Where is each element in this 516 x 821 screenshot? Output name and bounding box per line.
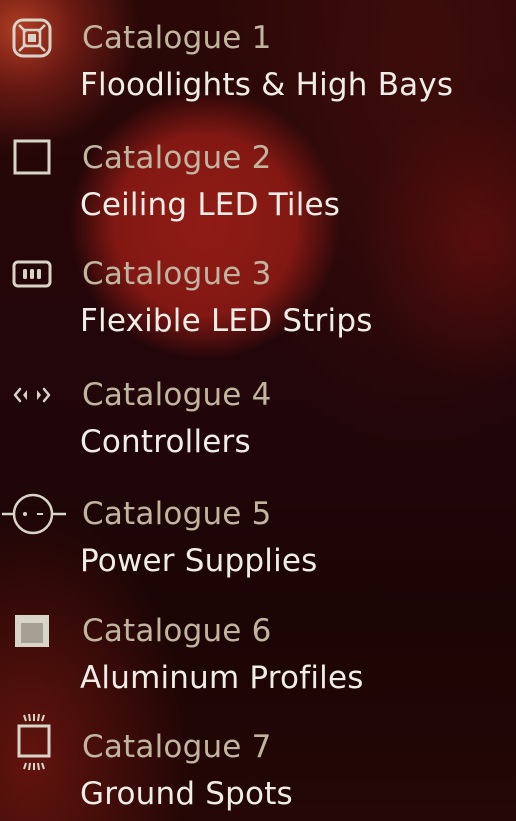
led-strip-icon [10,252,54,296]
catalogue-number: Catalogue 6 [82,613,272,649]
catalogue-number: Catalogue 5 [82,496,272,532]
catalogue-item-7[interactable]: Catalogue 7 Ground Spots [0,709,516,821]
catalogue-item-1[interactable]: Catalogue 1 Floodlights & High Bays [0,0,516,112]
catalogue-name[interactable]: Power Supplies [80,541,318,581]
catalogue-number: Catalogue 3 [82,256,272,292]
floodlight-icon [10,16,54,60]
ceiling-tile-icon [10,136,54,180]
catalogue-name[interactable]: Flexible LED Strips [80,301,373,341]
catalogue-number: Catalogue 4 [82,377,272,413]
catalogue-name[interactable]: Controllers [80,422,251,462]
catalogue-name[interactable]: Ceiling LED Tiles [80,185,340,225]
controller-icon [10,373,54,417]
catalogue-name[interactable]: Ground Spots [80,774,293,814]
catalogue-number: Catalogue 2 [82,140,272,176]
catalogue-item-6[interactable]: Catalogue 6 Aluminum Profiles [0,593,516,705]
power-supply-icon [0,492,70,536]
catalogue-list: Catalogue 1 Floodlights & High Bays Cata… [0,0,516,821]
catalogue-number: Catalogue 7 [82,729,272,765]
catalogue-number: Catalogue 1 [82,20,272,56]
aluminum-profile-icon [10,609,54,653]
ground-spot-icon [10,711,54,781]
catalogue-name[interactable]: Aluminum Profiles [80,658,364,698]
catalogue-item-2[interactable]: Catalogue 2 Ceiling LED Tiles [0,120,516,232]
catalogue-item-4[interactable]: Catalogue 4 Controllers [0,357,516,469]
catalogue-item-5[interactable]: Catalogue 5 Power Supplies [0,476,516,588]
catalogue-name[interactable]: Floodlights & High Bays [80,65,453,105]
catalogue-item-3[interactable]: Catalogue 3 Flexible LED Strips [0,236,516,348]
